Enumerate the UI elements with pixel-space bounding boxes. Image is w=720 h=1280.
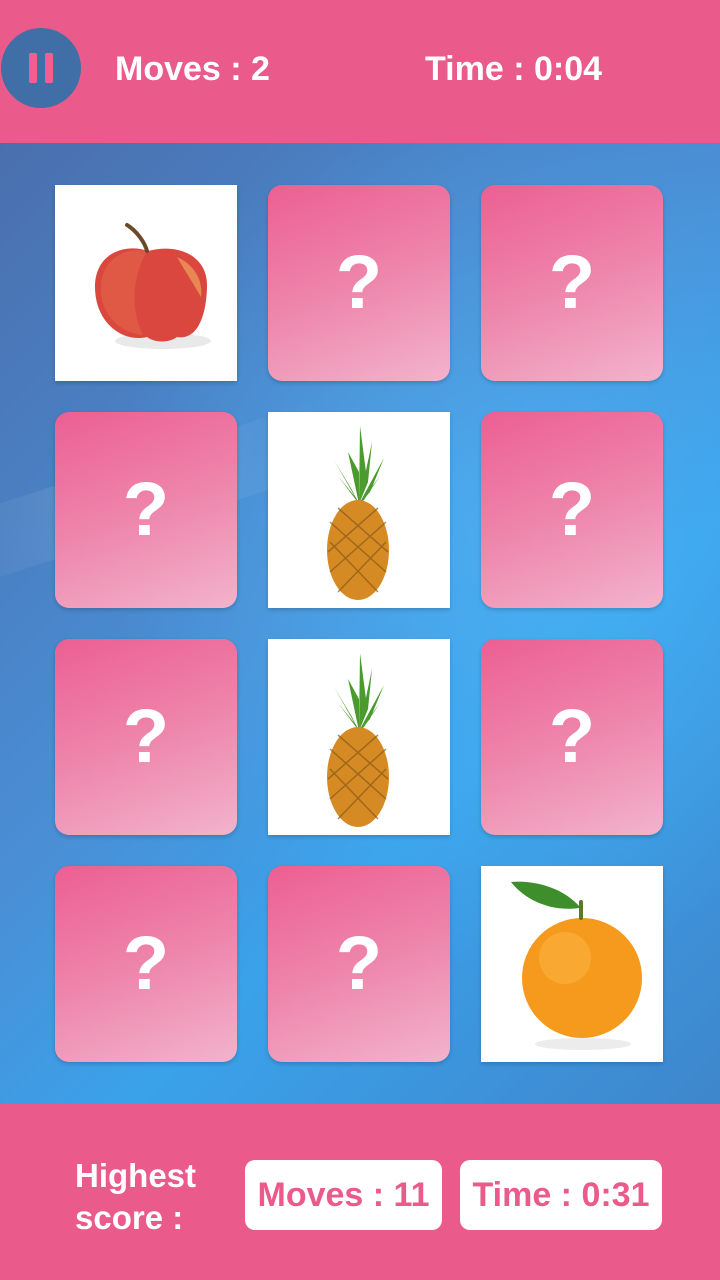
question-mark-icon: ? [548,467,596,552]
best-moves-text: Moves : 11 [257,1175,430,1214]
card-hidden[interactable]: ? [481,639,663,835]
orange-icon [511,881,642,1050]
question-mark-icon: ? [548,240,596,325]
apple-icon [95,223,211,349]
top-bar: Moves : 2 Time : 0:04 [0,0,720,143]
highest-score-label: Highest score : [75,1157,197,1236]
pineapple-icon [327,653,389,827]
time-counter: Time : 0:04 [425,50,603,88]
card-hidden[interactable]: ? [55,639,237,835]
card-hidden[interactable]: ? [55,866,237,1062]
question-mark-icon: ? [122,467,170,552]
question-mark-icon: ? [122,921,170,1006]
question-mark-icon: ? [335,921,383,1006]
card-hidden[interactable]: ? [55,412,237,608]
best-time-text: Time : 0:31 [472,1175,650,1214]
card-apple[interactable] [55,185,237,381]
question-mark-icon: ? [122,694,170,779]
question-mark-icon: ? [548,694,596,779]
card-hidden[interactable]: ? [481,185,663,381]
card-pineapple[interactable] [268,639,450,835]
card-orange[interactable] [481,866,663,1062]
card-hidden[interactable]: ? [268,866,450,1062]
best-time-badge: Time : 0:31 [460,1160,662,1230]
moves-counter: Moves : 2 [115,50,270,88]
pineapple-icon [327,426,389,600]
card-pineapple[interactable] [268,412,450,608]
card-hidden[interactable]: ? [481,412,663,608]
card-hidden[interactable]: ? [268,185,450,381]
pause-button[interactable] [1,28,81,108]
question-mark-icon: ? [335,240,383,325]
pause-icon [25,53,57,83]
best-moves-badge: Moves : 11 [245,1160,442,1230]
